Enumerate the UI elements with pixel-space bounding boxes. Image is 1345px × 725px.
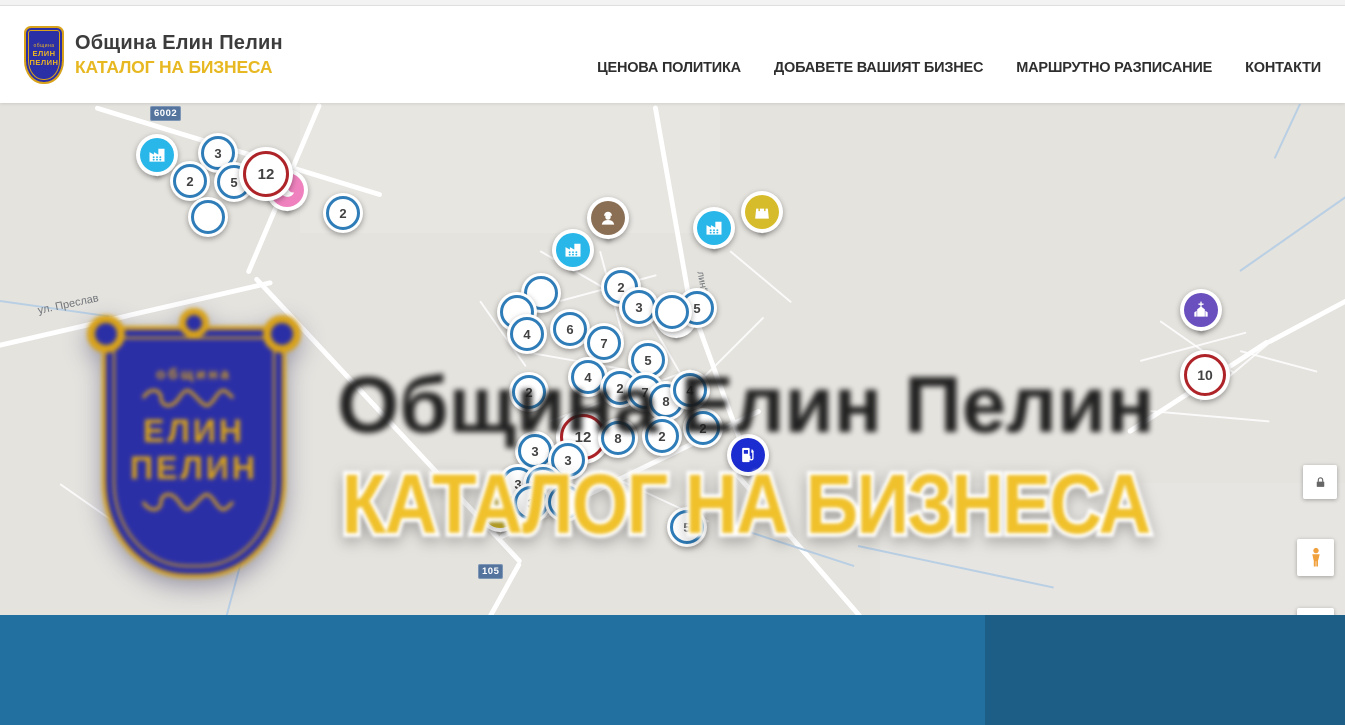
nav-item[interactable]: КОНТАКТИ — [1245, 60, 1321, 76]
cluster-count: 10 — [1184, 354, 1226, 396]
cluster-count: 12 — [243, 151, 289, 197]
cluster-count: 6 — [553, 312, 587, 346]
factory-icon — [140, 138, 174, 172]
watermark-title: Община Елин Пелин — [337, 365, 1155, 445]
stream-line — [1239, 190, 1345, 272]
road-line — [1267, 298, 1345, 345]
road-line — [729, 250, 792, 303]
watermark-crest-name1: ЕЛИН — [143, 413, 245, 450]
search-bar-right-panel — [985, 615, 1345, 725]
crest-ornament — [139, 493, 249, 511]
watermark-subtitle: КАТАЛОГ НА БИЗНЕСА — [340, 449, 1320, 561]
watermark-crest: община ЕЛИН ПЕЛИН — [88, 316, 300, 580]
header: община ЕЛИН ПЕЛИН Община Елин Пелин КАТА… — [0, 6, 1345, 103]
nav-item[interactable]: ЦЕНОВА ПОЛИТИКА — [597, 60, 741, 76]
map-cluster[interactable]: 12 — [239, 147, 293, 201]
svg-text:КАТАЛОГ НА БИЗНЕСА: КАТАЛОГ НА БИЗНЕСА — [342, 457, 1150, 551]
padlock-icon — [1313, 475, 1328, 490]
nav-item[interactable]: МАРШРУТНО РАЗПИСАНИЕ — [1016, 60, 1212, 76]
cluster-count: 2 — [173, 164, 207, 198]
map-cluster[interactable] — [652, 292, 692, 332]
cluster-count: 4 — [510, 317, 544, 351]
cluster-count: 2 — [326, 196, 360, 230]
map-cluster[interactable]: 2 — [323, 193, 363, 233]
map-cluster[interactable]: 10 — [1180, 350, 1230, 400]
site-logo[interactable]: община ЕЛИН ПЕЛИН Община Елин Пелин КАТА… — [24, 26, 283, 84]
cluster-count — [655, 295, 689, 329]
stream-line — [1274, 104, 1301, 159]
map-canvas[interactable]: 6002105ул. Преславбул. „Новоселлин“ — [0, 103, 1345, 615]
main-nav: ЦЕНОВА ПОЛИТИКА ДОБАВЕТЕ ВАШИЯТ БИЗНЕС МАР… — [597, 60, 1321, 76]
church-icon — [1184, 293, 1218, 327]
road-number-badge: 105 — [478, 564, 503, 579]
crest-ornament — [139, 389, 249, 407]
map-pin-factory[interactable] — [552, 229, 594, 271]
map-pin-factory[interactable] — [693, 207, 735, 249]
site-subtitle: КАТАЛОГ НА БИЗНЕСА — [75, 57, 283, 78]
map-cluster[interactable]: 4 — [507, 314, 547, 354]
zoom-in-button[interactable]: + — [1297, 608, 1334, 615]
site-title: Община Елин Пелин — [75, 32, 283, 55]
watermark-crest-top: община — [156, 366, 232, 383]
municipality-crest-icon: община ЕЛИН ПЕЛИН — [24, 26, 64, 84]
map-pin-factory[interactable] — [136, 134, 178, 176]
map-pin-church[interactable] — [1180, 289, 1222, 331]
watermark-crest-name2: ПЕЛИН — [130, 450, 258, 487]
road-number-badge: 6002 — [150, 106, 181, 121]
road-line — [1240, 350, 1318, 373]
pegman-icon — [1304, 546, 1328, 570]
map-cluster[interactable] — [188, 197, 228, 237]
street-view-pegman[interactable] — [1297, 539, 1334, 576]
road-line — [1150, 410, 1270, 422]
search-bar: Категория Местоположение — [0, 615, 1345, 725]
cluster-count: 3 — [622, 290, 656, 324]
cluster-count: 7 — [587, 326, 621, 360]
factory-icon — [697, 211, 731, 245]
bag-icon — [745, 195, 779, 229]
worker-icon — [591, 201, 625, 235]
page: община ЕЛИН ПЕЛИН Община Елин Пелин КАТА… — [0, 0, 1345, 725]
map-pin-bag[interactable] — [741, 191, 783, 233]
map-lock-button[interactable] — [1303, 465, 1337, 499]
cluster-count — [191, 200, 225, 234]
factory-icon — [556, 233, 590, 267]
nav-item[interactable]: ДОБАВЕТЕ ВАШИЯТ БИЗНЕС — [774, 60, 983, 76]
crest-name-line2: ПЕЛИН — [30, 58, 59, 67]
crest-name-line1: ЕЛИН — [32, 49, 55, 58]
map-cluster[interactable]: 2 — [170, 161, 210, 201]
zoom-control: + − — [1297, 608, 1334, 615]
